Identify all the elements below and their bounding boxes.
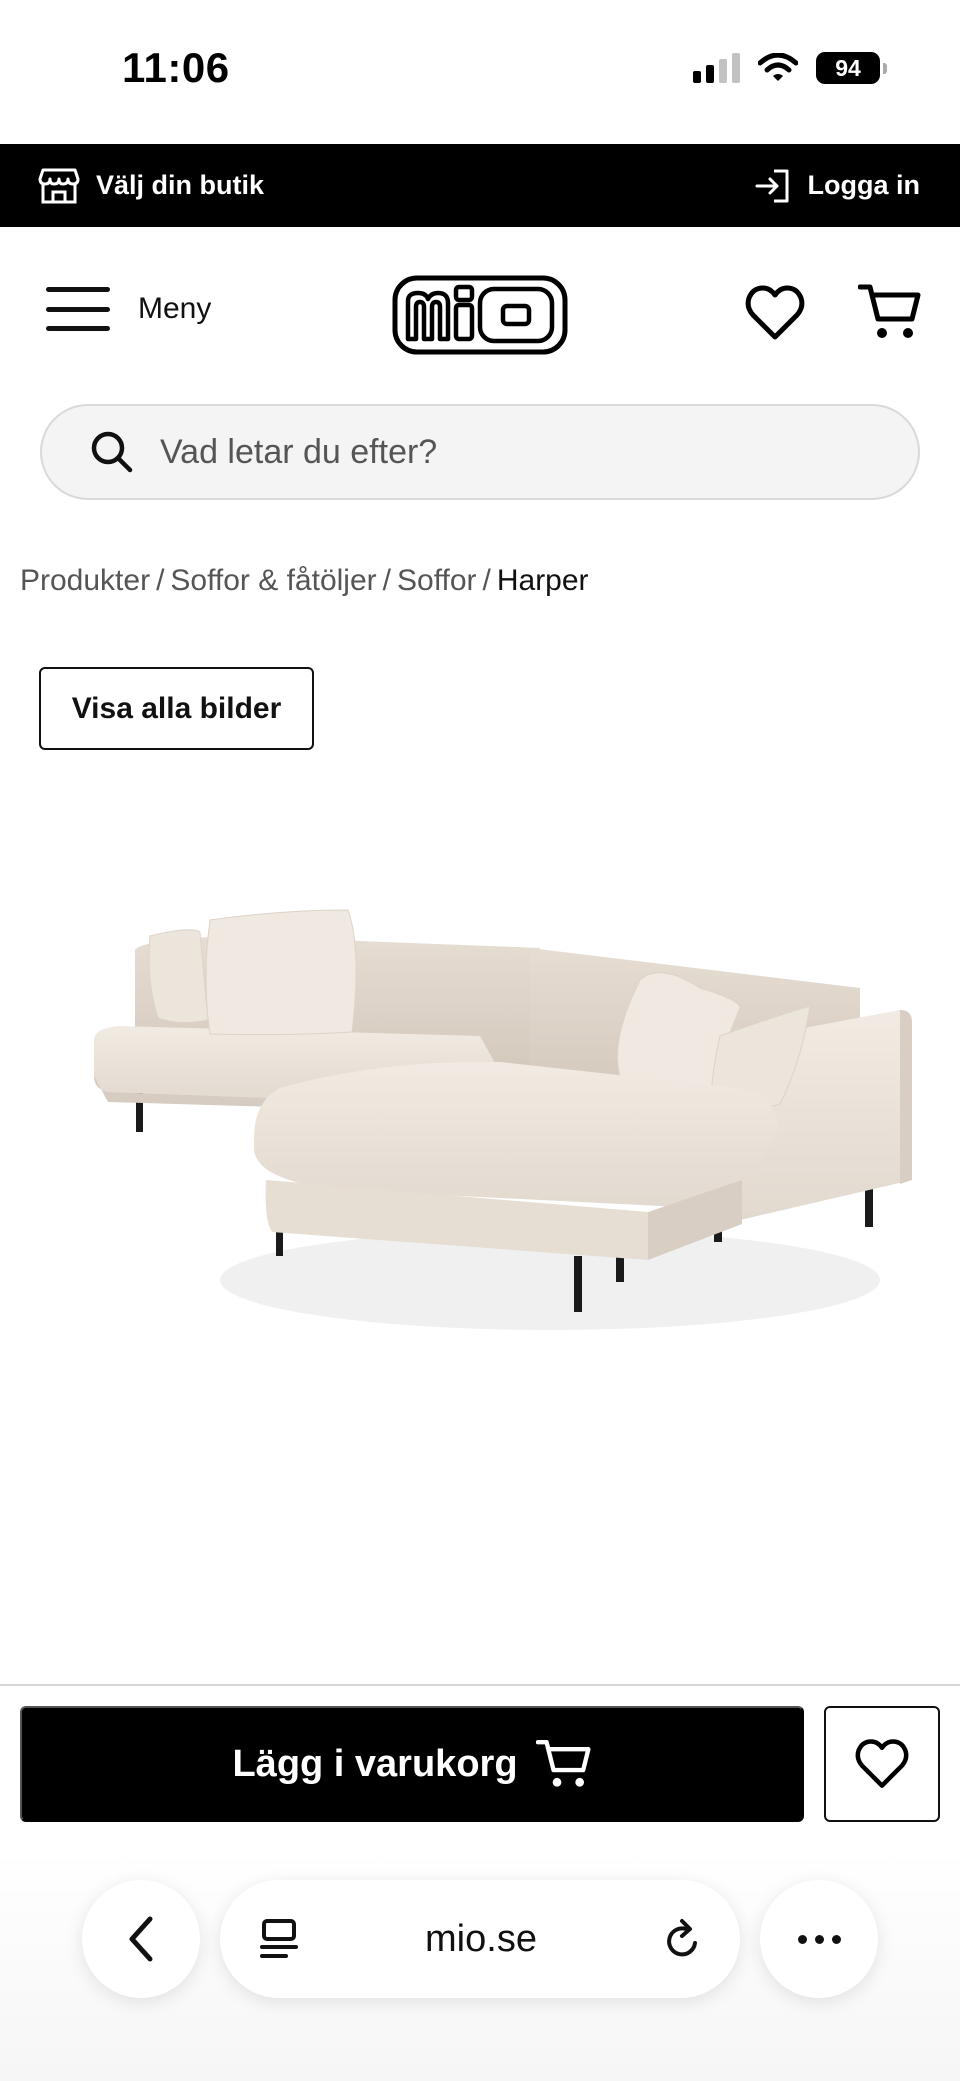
login-label: Logga in bbox=[807, 170, 920, 200]
breadcrumb-current: Harper bbox=[496, 564, 589, 597]
add-to-cart-label: Lägg i varukorg bbox=[232, 1742, 518, 1785]
browser-url[interactable]: mio.se bbox=[425, 1918, 537, 1961]
reload-icon[interactable] bbox=[662, 1917, 704, 1961]
choose-store-label: Välj din butik bbox=[96, 170, 265, 200]
show-all-images-button[interactable]: Visa alla bilder bbox=[39, 667, 314, 750]
wishlist-heart-icon[interactable] bbox=[744, 283, 806, 343]
choose-store-link[interactable]: Välj din butik bbox=[38, 167, 264, 205]
add-to-cart-button[interactable]: Lägg i varukorg bbox=[20, 1706, 804, 1822]
status-time: 11:06 bbox=[122, 44, 230, 91]
battery-icon: 94 bbox=[816, 52, 887, 84]
browser-toolbar: mio.se bbox=[0, 1850, 960, 2081]
menu-label: Meny bbox=[138, 292, 212, 325]
breadcrumb-item-produkter[interactable]: Produkter bbox=[20, 564, 150, 598]
add-to-wishlist-button[interactable] bbox=[824, 1706, 940, 1822]
browser-more-button[interactable] bbox=[760, 1880, 878, 1998]
search-input[interactable] bbox=[160, 432, 860, 472]
search-icon bbox=[91, 431, 133, 473]
cellular-signal-icon bbox=[693, 53, 740, 83]
menu-button[interactable]: Meny bbox=[46, 287, 211, 331]
page-menu-icon[interactable] bbox=[258, 1917, 300, 1961]
battery-level: 94 bbox=[835, 54, 861, 81]
status-bar: 11:06 94 bbox=[0, 0, 960, 144]
browser-address-bar[interactable]: mio.se bbox=[220, 1880, 740, 1998]
search-bar[interactable] bbox=[40, 404, 920, 500]
hamburger-icon bbox=[46, 287, 110, 331]
cart-icon bbox=[535, 1740, 591, 1787]
breadcrumb-item-soffor[interactable]: Soffor bbox=[397, 564, 477, 598]
chevron-left-icon bbox=[129, 1916, 153, 1962]
divider bbox=[0, 1684, 960, 1686]
browser-back-button[interactable] bbox=[82, 1880, 200, 1998]
store-icon bbox=[38, 168, 80, 203]
top-bar: Välj din butik Logga in bbox=[0, 144, 960, 227]
breadcrumb-separator: / bbox=[482, 564, 491, 597]
status-indicators: 94 bbox=[693, 52, 887, 84]
breadcrumb: Produkter / Soffor & fåtöljer / Soffor /… bbox=[20, 564, 589, 598]
breadcrumb-item-soffor-fatoljer[interactable]: Soffor & fåtöljer bbox=[170, 564, 376, 598]
more-dots-icon bbox=[797, 1934, 841, 1944]
login-icon bbox=[755, 169, 789, 202]
mio-logo[interactable] bbox=[392, 275, 568, 355]
heart-icon bbox=[855, 1739, 909, 1788]
cart-icon[interactable] bbox=[858, 281, 922, 343]
site-header: Meny bbox=[0, 227, 960, 397]
login-link[interactable]: Logga in bbox=[754, 168, 920, 204]
product-image-sofa[interactable] bbox=[80, 840, 920, 1400]
breadcrumb-separator: / bbox=[382, 564, 391, 597]
breadcrumb-separator: / bbox=[156, 564, 165, 597]
wifi-icon bbox=[758, 53, 798, 81]
